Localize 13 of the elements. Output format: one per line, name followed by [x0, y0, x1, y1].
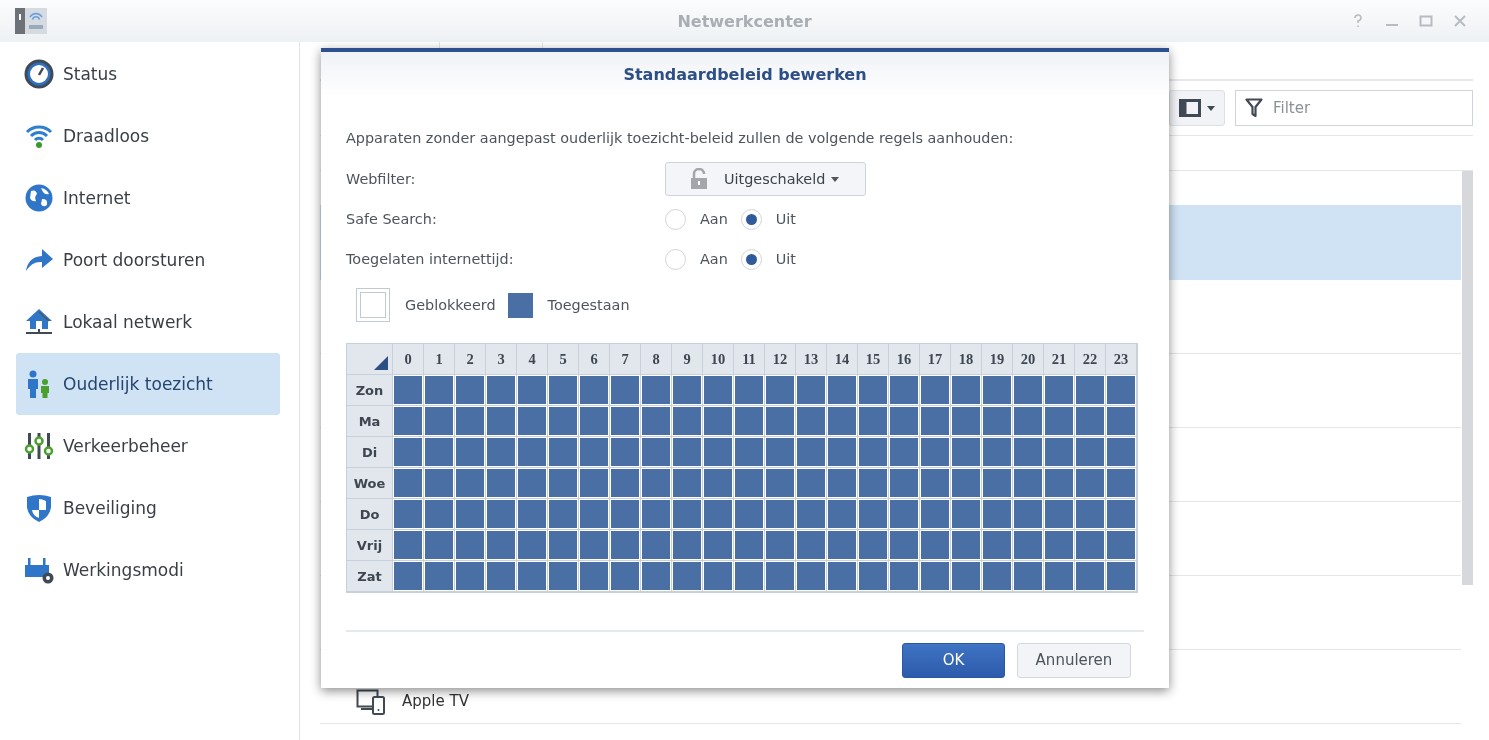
radio-label: Uit [775, 251, 796, 267]
field-label: Safe Search: [346, 211, 438, 227]
dialog-title: Standaardbeleid bewerken [623, 64, 867, 84]
radio-label: Aan [700, 211, 728, 227]
window-title: Netwerkcenter [677, 11, 812, 31]
radio-label: Uit [775, 211, 796, 227]
legend-label: Toegestaan [547, 297, 630, 313]
radio-label: Aan [700, 251, 728, 267]
field-label: Webfilter: [346, 171, 417, 187]
intro-text: Apparaten zonder aangepast ouderlijk toezicht-beleid zullen de volgende regels aanhouden: [346, 130, 1015, 146]
device-name: Apple TV [402, 692, 469, 710]
legend-label: Geblokkeerd [405, 297, 496, 313]
field-label: Toegelaten internettijd: [346, 251, 515, 267]
